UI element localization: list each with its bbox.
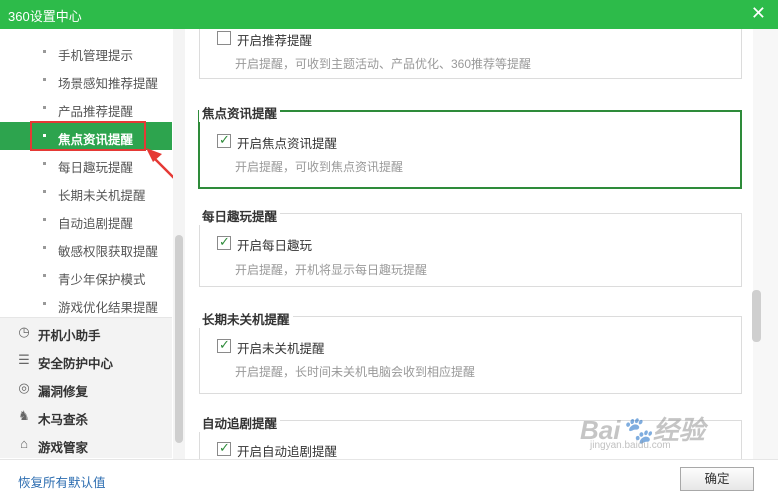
checkbox-box[interactable]: ✓ bbox=[217, 234, 231, 250]
check-icon: ✓ bbox=[219, 132, 230, 147]
sidebar-scrollbar-thumb[interactable] bbox=[175, 235, 183, 443]
checkbox-label: 开启推荐提醒 bbox=[237, 34, 313, 48]
checkbox-box[interactable]: ✓ bbox=[217, 440, 231, 456]
checkbox-box[interactable]: ✓ bbox=[217, 337, 231, 353]
sidebar-item-scene-recommend[interactable]: 场景感知推荐提醒 bbox=[0, 66, 172, 94]
sidebar-category-boot-assistant[interactable]: ◷ 开机小助手 bbox=[0, 318, 172, 346]
section-description: 开启提醒，可收到主题活动、产品优化、360推荐等提醒 bbox=[235, 57, 532, 71]
checkbox-box[interactable]: ✓ bbox=[217, 132, 231, 148]
checkbox-box[interactable] bbox=[217, 31, 231, 45]
sidebar-item-label: 产品推荐提醒 bbox=[58, 105, 134, 119]
bullet-icon bbox=[43, 218, 46, 221]
check-icon: ✓ bbox=[219, 337, 230, 352]
sidebar-item-game-optimize[interactable]: 游戏优化结果提醒 bbox=[0, 290, 172, 318]
sidebar-item-label: 长期未关机提醒 bbox=[58, 189, 146, 203]
main-scrollbar-track[interactable] bbox=[753, 29, 778, 459]
clock-icon: ◷ bbox=[18, 324, 30, 339]
title-bar: 360设置中心 ✕ bbox=[0, 0, 778, 29]
horse-icon: ♞ bbox=[18, 408, 30, 423]
main-scrollbar-thumb[interactable] bbox=[752, 290, 761, 342]
sidebar-item-label: 自动追剧提醒 bbox=[58, 217, 134, 231]
close-icon[interactable]: ✕ bbox=[751, 3, 766, 23]
sidebar-item-phone-manage[interactable]: 手机管理提示 bbox=[0, 38, 172, 66]
sidebar-item-label: 青少年保护模式 bbox=[58, 273, 146, 287]
checkbox-label: 开启未关机提醒 bbox=[237, 342, 325, 356]
bullet-icon bbox=[43, 274, 46, 277]
sidebar-item-product-recommend[interactable]: 产品推荐提醒 bbox=[0, 94, 172, 122]
sidebar-item-auto-series[interactable]: 自动追剧提醒 bbox=[0, 206, 172, 234]
bullet-icon bbox=[43, 134, 46, 137]
section-title: 自动追剧提醒 bbox=[199, 413, 281, 432]
target-icon: ◎ bbox=[18, 380, 30, 395]
sidebar-item-sensitive-permission[interactable]: 敏感权限获取提醒 bbox=[0, 234, 172, 262]
sidebar-category-label: 开机小助手 bbox=[38, 329, 101, 343]
checkbox-label: 开启自动追剧提醒 bbox=[237, 445, 338, 459]
section-title: 长期未关机提醒 bbox=[199, 309, 293, 328]
section-description: 开启提醒，可收到焦点资讯提醒 bbox=[235, 160, 404, 174]
sidebar: 手机管理提示 场景感知推荐提醒 产品推荐提醒 焦点资讯提醒 每日趣玩提醒 长期未… bbox=[0, 29, 185, 459]
check-icon: ✓ bbox=[219, 234, 230, 249]
window-title: 360设置中心 bbox=[8, 9, 82, 24]
bullet-icon bbox=[43, 246, 46, 249]
sidebar-item-label: 游戏优化结果提醒 bbox=[58, 301, 159, 315]
sidebar-category-security-center[interactable]: ☰ 安全防护中心 bbox=[0, 346, 172, 374]
sidebar-category-label: 游戏管家 bbox=[38, 441, 89, 455]
settings-panel: 开启推荐提醒 开启提醒，可收到主题活动、产品优化、360推荐等提醒 焦点资讯提醒… bbox=[185, 29, 753, 459]
section-description: 开启提醒，长时间未关机电脑会收到相应提醒 bbox=[235, 365, 476, 379]
sidebar-category-trojan-scan[interactable]: ♞ 木马查杀 bbox=[0, 402, 172, 430]
check-icon: ✓ bbox=[219, 440, 230, 455]
bullet-icon bbox=[43, 302, 46, 305]
sidebar-item-label: 每日趣玩提醒 bbox=[58, 161, 134, 175]
bullet-icon bbox=[43, 78, 46, 81]
sidebar-category-label: 漏洞修复 bbox=[38, 385, 89, 399]
sidebar-item-teen-mode[interactable]: 青少年保护模式 bbox=[0, 262, 172, 290]
bullet-icon bbox=[43, 50, 46, 53]
bullet-icon bbox=[43, 162, 46, 165]
bullet-icon bbox=[43, 190, 46, 193]
checkbox-label: 开启焦点资讯提醒 bbox=[237, 137, 338, 151]
sidebar-item-label: 场景感知推荐提醒 bbox=[58, 77, 159, 91]
ok-button[interactable]: 确定 bbox=[680, 467, 754, 491]
sidebar-category-game-manager[interactable]: ⌂ 游戏管家 bbox=[0, 430, 172, 458]
bullet-icon bbox=[43, 106, 46, 109]
watermark-url: jingyan.baidu.com bbox=[590, 440, 671, 451]
checkbox-label: 开启每日趣玩 bbox=[237, 239, 313, 253]
section-title: 焦点资讯提醒 bbox=[199, 103, 281, 122]
sidebar-category-vuln-fix[interactable]: ◎ 漏洞修复 bbox=[0, 374, 172, 402]
section-title: 每日趣玩提醒 bbox=[199, 206, 281, 225]
restore-defaults-link[interactable]: 恢复所有默认值 bbox=[18, 472, 106, 491]
sidebar-category-label: 安全防护中心 bbox=[38, 357, 114, 371]
gamepad-icon: ⌂ bbox=[20, 436, 28, 451]
footer: 恢复所有默认值 确定 bbox=[0, 459, 778, 497]
sidebar-item-label: 手机管理提示 bbox=[58, 49, 134, 63]
list-icon: ☰ bbox=[18, 352, 30, 367]
section-description: 开启提醒，开机将显示每日趣玩提醒 bbox=[235, 263, 428, 277]
sidebar-category-label: 木马查杀 bbox=[38, 413, 89, 427]
sidebar-item-label: 焦点资讯提醒 bbox=[58, 133, 134, 147]
sidebar-item-label: 敏感权限获取提醒 bbox=[58, 245, 159, 259]
